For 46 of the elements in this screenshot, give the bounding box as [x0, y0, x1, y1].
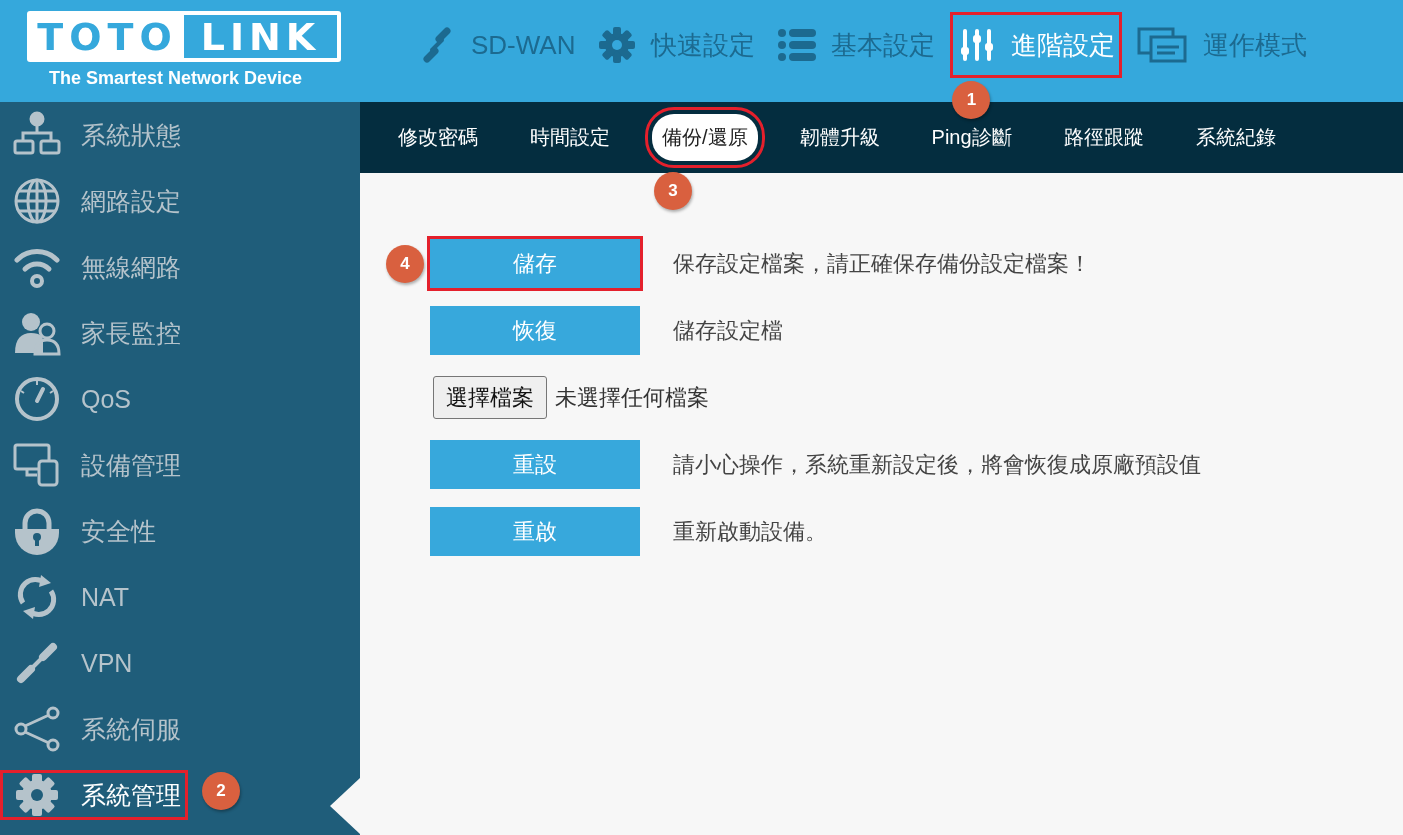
lock-icon [13, 507, 61, 555]
nav-item[interactable]: 進階設定 [950, 12, 1123, 78]
tab[interactable]: 韌體升級 [789, 114, 890, 161]
sidebar-item[interactable]: 系統狀態 [0, 110, 188, 160]
action-description: 保存設定檔案，請正確保存備份設定檔案！ [673, 249, 1091, 278]
action-button[interactable]: 恢復 [430, 306, 640, 355]
nav-item[interactable]: 運作模式 [1130, 12, 1315, 78]
sidebar-item[interactable]: 網路設定 [0, 176, 188, 226]
action-button[interactable]: 重啟 [430, 507, 640, 556]
sidebar-item[interactable]: 設備管理 [0, 440, 188, 490]
action-description: 重新啟動設備。 [673, 517, 827, 546]
sidebar-item[interactable]: 家長監控 [0, 308, 188, 358]
sidebar-item[interactable]: 系統伺服 [0, 704, 188, 754]
gear-icon [13, 771, 61, 819]
action-button[interactable]: 重設 [430, 440, 640, 489]
sidebar-item[interactable]: QoS [0, 374, 188, 424]
nav-item[interactable]: 快速設定 [590, 12, 763, 78]
callout-badge: 1 [952, 81, 991, 119]
callout-badge: 3 [654, 172, 692, 210]
action-description: 儲存設定檔 [673, 316, 783, 345]
callout-badge: 2 [202, 772, 240, 810]
sidebar-item[interactable]: NAT [0, 572, 188, 622]
callout-badge: 4 [386, 245, 424, 283]
sidebar-item[interactable]: 安全性 [0, 506, 188, 556]
logo-tagline: The Smartest Network Device [49, 68, 303, 89]
sidebar-item[interactable]: 系統管理 [0, 770, 188, 820]
choose-file-button[interactable]: 選擇檔案 [433, 376, 547, 419]
nav-item[interactable]: 基本設定 [770, 12, 943, 78]
devices-icon [13, 441, 61, 489]
tab[interactable]: 時間設定 [520, 114, 620, 161]
nav-item[interactable]: SD-WAN [410, 12, 583, 78]
globe-icon [13, 177, 61, 225]
action-button[interactable]: 儲存 [430, 239, 640, 288]
windows-icon [1137, 25, 1190, 65]
gear-icon [597, 25, 638, 65]
share-icon [13, 705, 61, 753]
sidebar-item[interactable]: VPN [0, 638, 188, 688]
sidebar-item[interactable]: 無線網路 [0, 242, 188, 292]
logo-text: TOTO [36, 14, 179, 59]
action-description: 請小心操作，系統重新設定後，將會恢復成原廠預設值 [673, 450, 1201, 479]
tab[interactable]: 路徑跟蹤 [1053, 114, 1154, 161]
tab[interactable]: 系統紀錄 [1185, 114, 1286, 161]
tab[interactable]: 修改密碼 [388, 114, 488, 161]
file-status: 未選擇任何檔案 [555, 383, 709, 412]
logo-text: LINK [184, 15, 337, 58]
gauge-icon [13, 375, 61, 423]
